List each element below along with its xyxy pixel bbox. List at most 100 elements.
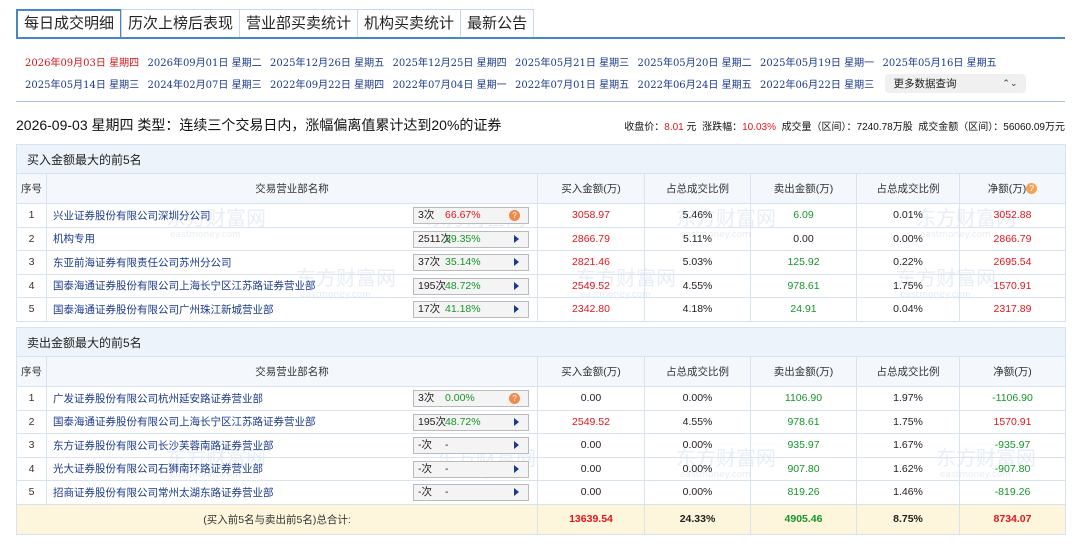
broker-stats-box[interactable]: 195次 48.72% bbox=[413, 413, 529, 431]
broker-stats-box[interactable]: -次 - bbox=[413, 484, 529, 501]
close-unit: 元 bbox=[686, 121, 697, 133]
broker-name-link[interactable]: 国泰海通证券股份有限公司上海长宁区江苏路证券营业部 bbox=[53, 280, 316, 292]
col-header-buy-amount: 买入金额(万) bbox=[537, 173, 645, 204]
info-dot-icon[interactable]: ? bbox=[509, 393, 520, 404]
appearance-count: 3次 bbox=[418, 392, 435, 404]
broker-stats-box[interactable]: 3次 66.67%? bbox=[413, 207, 529, 224]
broker-stats-box[interactable]: -次 - bbox=[413, 460, 529, 478]
updown-chevron-icon: ⌃⌄ bbox=[1002, 77, 1018, 88]
net-amount: -935.97 bbox=[958, 433, 1067, 458]
buy-ratio: 0.00% bbox=[644, 433, 751, 458]
sell-amount: 1106.90 bbox=[750, 386, 857, 411]
tab-latest-announcement[interactable]: 最新公告 bbox=[460, 9, 535, 38]
table-row: 2 机构专用 2511次 39.35% 2866.79 5.11% 0.00 0.00% 286… bbox=[16, 226, 1067, 251]
sell-ratio: 0.04% bbox=[856, 297, 960, 322]
broker-stats-box[interactable]: 2511次 39.35% bbox=[413, 230, 529, 248]
sell-ratio: 1.75% bbox=[856, 273, 960, 298]
broker-name-link[interactable]: 东亚前海证券有限责任公司苏州分公司 bbox=[53, 257, 232, 269]
date-link[interactable]: 2022年09月22日 星期四 bbox=[270, 76, 393, 91]
expand-arrow-icon[interactable] bbox=[514, 305, 519, 313]
buy-ratio: 4.18% bbox=[644, 297, 751, 322]
col-header-net: 净额(万)? bbox=[958, 173, 1067, 204]
expand-arrow-icon[interactable] bbox=[514, 234, 519, 243]
row-number: 5 bbox=[16, 297, 47, 322]
date-link[interactable]: 2024年02月07日 星期三 bbox=[148, 76, 271, 91]
date-link-selected[interactable]: 2026年09月03日 星期四 bbox=[25, 54, 148, 69]
sell-top5-table: 卖出金额最大的前5名 序号 交易营业部名称 买入金额(万) 占总成交比例 卖出金… bbox=[15, 327, 1067, 535]
date-link[interactable]: 2025年05月14日 星期三 bbox=[25, 76, 148, 91]
table-row: 3 东亚前海证券有限责任公司苏州分公司 37次 35.14% 2821.46 5.03% 1… bbox=[16, 250, 1067, 275]
info-dot-icon[interactable]: ? bbox=[509, 210, 520, 221]
broker-name-link[interactable]: 机构专用 bbox=[53, 233, 95, 245]
appearance-count: 2511次 bbox=[418, 232, 452, 245]
date-link[interactable]: 2025年05月19日 星期一 bbox=[760, 54, 883, 69]
date-link[interactable]: 2025年05月20日 星期二 bbox=[638, 54, 761, 69]
sell-amount: 125.92 bbox=[750, 250, 857, 275]
expand-arrow-icon[interactable] bbox=[514, 281, 519, 290]
buy-amount: 2821.46 bbox=[537, 250, 645, 275]
tab-branch-stats[interactable]: 营业部买卖统计 bbox=[239, 9, 359, 38]
row-number: 3 bbox=[16, 433, 47, 458]
broker-name-link[interactable]: 兴业证券股份有限公司深圳分公司 bbox=[53, 210, 211, 222]
help-icon[interactable]: ? bbox=[1026, 183, 1038, 194]
tab-institution-stats[interactable]: 机构买卖统计 bbox=[357, 9, 462, 38]
buy-table-header: 序号 交易营业部名称 买入金额(万) 占总成交比例 卖出金额(万) 占总成交比例… bbox=[16, 173, 1067, 204]
date-link[interactable]: 2025年12月25日 星期四 bbox=[393, 54, 516, 69]
tab-history-performance[interactable]: 历次上榜后表现 bbox=[121, 9, 241, 38]
date-link[interactable]: 2022年06月24日 星期五 bbox=[638, 76, 761, 91]
buy-amount: 0.00 bbox=[537, 480, 645, 505]
appearance-count: -次 bbox=[418, 439, 432, 451]
broker-stats-box[interactable]: 37次 35.14% bbox=[413, 254, 529, 271]
row-number: 1 bbox=[16, 386, 47, 411]
broker-name-link[interactable]: 光大证券股份有限公司石狮南环路证券营业部 bbox=[53, 463, 263, 475]
broker-name-link[interactable]: 国泰海通证券股份有限公司上海长宁区江苏路证券营业部 bbox=[53, 416, 316, 428]
sell-amount: 978.61 bbox=[750, 409, 857, 434]
broker-stats-box[interactable]: 17次 41.18% bbox=[413, 301, 529, 318]
net-amount: 1570.91 bbox=[958, 409, 1067, 434]
net-amount: -1106.90 bbox=[958, 386, 1067, 411]
expand-arrow-icon[interactable] bbox=[514, 464, 519, 473]
broker-cell: 光大证券股份有限公司石狮南环路证券营业部 -次 - bbox=[46, 456, 538, 481]
broker-name-link[interactable]: 国泰海通证券股份有限公司广州珠江新城营业部 bbox=[53, 304, 274, 316]
more-data-select[interactable]: 更多数据查询 ⌃⌄ bbox=[884, 73, 1026, 93]
date-link[interactable]: 2025年05月21日 星期三 bbox=[515, 54, 638, 69]
broker-stats-box[interactable]: 3次 0.00%? bbox=[413, 390, 529, 407]
col-header-sell-amount: 卖出金额(万) bbox=[750, 356, 857, 387]
expand-arrow-icon[interactable] bbox=[514, 258, 519, 266]
sell-amount: 24.91 bbox=[750, 297, 857, 322]
date-link[interactable]: 2025年05月16日 星期五 bbox=[883, 54, 1006, 69]
total-buy-ratio: 24.33% bbox=[644, 503, 751, 535]
buy-amount: 2866.79 bbox=[537, 226, 645, 251]
date-link[interactable]: 2022年07月04日 星期一 bbox=[393, 76, 516, 91]
win-rate: 39.35% bbox=[445, 232, 481, 245]
broker-cell: 广发证券股份有限公司杭州延安路证券营业部 3次 0.00%? bbox=[46, 386, 538, 411]
col-header-sell-ratio: 占总成交比例 bbox=[856, 173, 960, 204]
expand-arrow-icon[interactable] bbox=[514, 417, 519, 426]
expand-arrow-icon[interactable] bbox=[514, 488, 519, 496]
broker-name-link[interactable]: 广发证券股份有限公司杭州延安路证券营业部 bbox=[53, 393, 263, 405]
row-number: 2 bbox=[16, 409, 47, 434]
sell-ratio: 1.62% bbox=[856, 456, 960, 481]
date-link[interactable]: 2025年12月26日 星期五 bbox=[270, 54, 393, 69]
buy-ratio: 0.00% bbox=[644, 480, 751, 505]
broker-name-link[interactable]: 招商证券股份有限公司常州太湖东路证券营业部 bbox=[53, 487, 274, 499]
table-row: 4 光大证券股份有限公司石狮南环路证券营业部 -次 - 0.00 0.00% 907.80 1… bbox=[16, 456, 1067, 481]
expand-arrow-icon[interactable] bbox=[514, 441, 519, 449]
sell-amount: 819.26 bbox=[750, 480, 857, 505]
sell-ratio: 0.01% bbox=[856, 203, 960, 228]
buy-ratio: 5.03% bbox=[644, 250, 751, 275]
divider bbox=[16, 101, 1065, 102]
buy-section-title: 买入金额最大的前5名 bbox=[15, 144, 1067, 174]
broker-name-link[interactable]: 东方证券股份有限公司长沙芙蓉南路证券营业部 bbox=[53, 440, 274, 452]
broker-stats-box[interactable]: -次 - bbox=[413, 437, 529, 454]
win-rate: - bbox=[445, 486, 449, 498]
date-link[interactable]: 2022年07月01日 星期五 bbox=[515, 76, 638, 91]
table-row: 1 兴业证券股份有限公司深圳分公司 3次 66.67%? 3058.97 5.46% 6.0… bbox=[16, 203, 1067, 228]
buy-ratio: 4.55% bbox=[644, 409, 751, 434]
buy-top5-table: 买入金额最大的前5名 序号 交易营业部名称 买入金额(万) 占总成交比例 卖出金… bbox=[15, 144, 1067, 322]
sell-ratio: 1.46% bbox=[856, 480, 960, 505]
tab-daily-detail[interactable]: 每日成交明细 bbox=[16, 9, 123, 38]
date-link[interactable]: 2026年09月01日 星期二 bbox=[148, 54, 271, 69]
broker-stats-box[interactable]: 195次 48.72% bbox=[413, 277, 529, 295]
date-link[interactable]: 2022年06月22日 星期三 bbox=[760, 76, 883, 91]
